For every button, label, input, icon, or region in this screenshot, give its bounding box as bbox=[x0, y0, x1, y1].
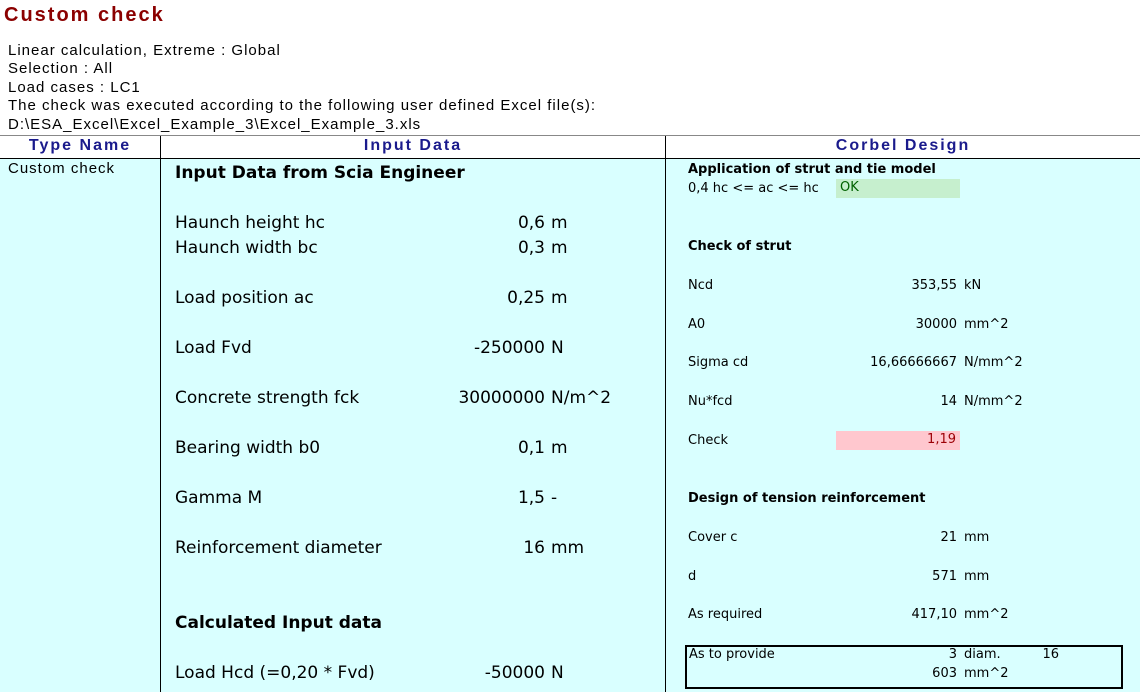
strut-value: 14 bbox=[940, 394, 957, 409]
type-name-cell: Custom check bbox=[8, 160, 116, 177]
header-input-data: Input Data bbox=[363, 137, 463, 154]
input-unit: m bbox=[551, 438, 568, 458]
tension-label: Cover c bbox=[688, 530, 738, 545]
strut-unit: kN bbox=[964, 278, 982, 293]
input-label: Gamma M bbox=[175, 488, 263, 508]
section-title-input: Input Data from Scia Engineer bbox=[175, 163, 465, 183]
input-label: Concrete strength fck bbox=[175, 388, 360, 408]
strut-tie-title: Application of strut and tie model bbox=[688, 162, 936, 177]
input-value: 0,1 bbox=[517, 438, 545, 458]
provide-diam-label: diam. bbox=[964, 647, 1001, 662]
info-analysis: Linear calculation, Extreme : Global bbox=[8, 42, 281, 59]
strut-label: Sigma cd bbox=[688, 355, 749, 370]
strut-check-title: Check of strut bbox=[688, 239, 792, 254]
calc-value: -50000 bbox=[484, 663, 545, 683]
input-label: Haunch width bc bbox=[175, 238, 318, 258]
input-value: 16 bbox=[523, 538, 545, 558]
input-label: Haunch height hc bbox=[175, 213, 325, 233]
tension-value: 571 bbox=[932, 569, 957, 584]
provide-label: As to provide bbox=[689, 647, 775, 662]
tension-value: 21 bbox=[940, 530, 957, 545]
strut-value: 353,55 bbox=[911, 278, 958, 293]
provide-count: 3 bbox=[948, 647, 957, 662]
info-selection: Selection : All bbox=[8, 60, 114, 77]
tension-unit: mm^2 bbox=[964, 607, 1009, 622]
column-divider bbox=[160, 136, 161, 692]
header-corbel-design: Corbel Design bbox=[835, 137, 971, 154]
strut-label: Nu*fcd bbox=[688, 394, 733, 409]
strut-tie-condition: 0,4 hc <= ac <= hc bbox=[688, 181, 819, 196]
info-excel-note: The check was executed according to the … bbox=[8, 97, 597, 114]
input-value: 30000000 bbox=[458, 388, 545, 408]
input-unit: m bbox=[551, 288, 568, 308]
tension-label: As required bbox=[688, 607, 763, 622]
input-unit: m bbox=[551, 238, 568, 258]
strut-label: Ncd bbox=[688, 278, 714, 293]
input-unit: - bbox=[551, 488, 558, 508]
input-label: Reinforcement diameter bbox=[175, 538, 382, 558]
input-label: Load Fvd bbox=[175, 338, 252, 358]
header-type-name: Type Name bbox=[28, 137, 132, 154]
input-unit: m bbox=[551, 213, 568, 233]
input-label: Bearing width b0 bbox=[175, 438, 321, 458]
tension-label: d bbox=[688, 569, 697, 584]
strut-unit: N/mm^2 bbox=[964, 355, 1023, 370]
report-title: Custom check bbox=[4, 4, 165, 26]
provide-area: 603 bbox=[932, 666, 957, 681]
calc-unit: N bbox=[551, 663, 564, 683]
provide-diam-value: 16 bbox=[1042, 647, 1059, 662]
strut-value: 30000 bbox=[915, 317, 957, 332]
strut-label: A0 bbox=[688, 317, 706, 332]
input-unit: N bbox=[551, 338, 564, 358]
input-value: -250000 bbox=[473, 338, 545, 358]
input-unit: N/m^2 bbox=[551, 388, 612, 408]
input-value: 0,25 bbox=[507, 288, 545, 308]
strut-value: 16,66666667 bbox=[870, 355, 957, 370]
strut-unit: mm^2 bbox=[964, 317, 1009, 332]
section-title-calculated: Calculated Input data bbox=[175, 613, 382, 633]
status-badge-fail: 1,19 bbox=[836, 431, 960, 450]
input-value: 0,3 bbox=[517, 238, 545, 258]
provide-area-unit: mm^2 bbox=[964, 666, 1009, 681]
input-label: Load position ac bbox=[175, 288, 314, 308]
status-badge-ok: OK bbox=[836, 179, 960, 198]
info-load-cases: Load cases : LC1 bbox=[8, 79, 141, 96]
check-label: Check bbox=[688, 433, 728, 448]
info-excel-path: D:\ESA_Excel\Excel_Example_3\Excel_Examp… bbox=[8, 116, 422, 133]
input-unit: mm bbox=[551, 538, 585, 558]
tension-title: Design of tension reinforcement bbox=[688, 491, 926, 506]
input-value: 1,5 bbox=[517, 488, 545, 508]
strut-unit: N/mm^2 bbox=[964, 394, 1023, 409]
tension-value: 417,10 bbox=[911, 607, 958, 622]
input-value: 0,6 bbox=[517, 213, 545, 233]
tension-unit: mm bbox=[964, 530, 990, 545]
column-divider bbox=[665, 136, 666, 692]
tension-unit: mm bbox=[964, 569, 990, 584]
calc-label: Load Hcd (=0,20 * Fvd) bbox=[175, 663, 375, 683]
